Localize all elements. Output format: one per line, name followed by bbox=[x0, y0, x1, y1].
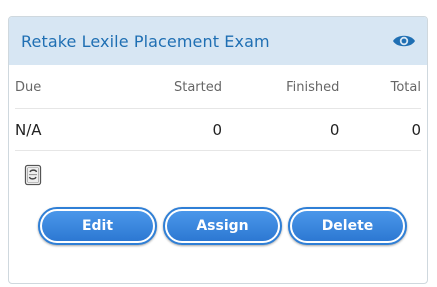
total-value: 0 bbox=[411, 120, 421, 139]
delete-button[interactable]: Delete bbox=[288, 207, 407, 245]
due-header: Due bbox=[15, 80, 42, 95]
total-header: Total bbox=[390, 80, 421, 95]
started-value: 0 bbox=[212, 120, 222, 139]
lexile-document-icon[interactable] bbox=[24, 164, 42, 186]
assign-button-label: Assign bbox=[167, 211, 278, 241]
finished-header: Finished bbox=[286, 80, 340, 95]
assignment-card: Retake Lexile Placement Exam Due Started… bbox=[8, 16, 428, 284]
finished-value: 0 bbox=[329, 120, 340, 139]
started-header: Started bbox=[173, 80, 222, 95]
assign-button[interactable]: Assign bbox=[163, 207, 282, 245]
edit-button-label: Edit bbox=[42, 211, 153, 241]
action-buttons: Edit Assign Delete bbox=[9, 207, 427, 245]
edit-button[interactable]: Edit bbox=[38, 207, 157, 245]
card-title: Retake Lexile Placement Exam bbox=[21, 31, 270, 51]
stats-header-row: Due Started Finished Total bbox=[15, 65, 421, 109]
due-value: N/A bbox=[15, 120, 42, 139]
eye-icon[interactable] bbox=[391, 31, 417, 51]
delete-button-label: Delete bbox=[292, 211, 403, 241]
document-area bbox=[9, 151, 427, 199]
card-header: Retake Lexile Placement Exam bbox=[9, 17, 427, 65]
stats-table: Due Started Finished Total N/A 0 0 0 bbox=[9, 65, 427, 151]
stats-value-row: N/A 0 0 0 bbox=[15, 109, 421, 151]
